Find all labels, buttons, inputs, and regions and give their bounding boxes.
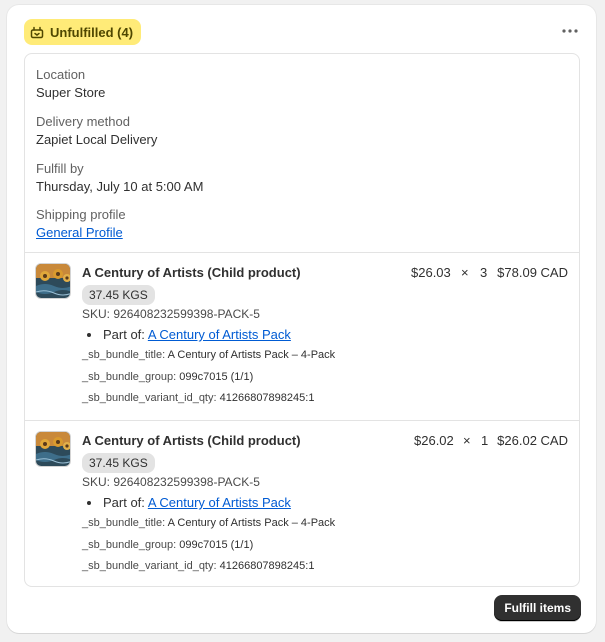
more-actions-button[interactable] [558, 21, 582, 41]
shipping-profile-label: Shipping profile [36, 207, 126, 222]
product-thumbnail[interactable] [35, 431, 71, 467]
property-key: _sb_bundle_group: [82, 539, 177, 551]
shipping-profile-link[interactable]: General Profile [36, 225, 126, 241]
delivery-method-label: Delivery method [36, 114, 130, 129]
unit-price: $26.03 [411, 265, 451, 280]
bundle-variant-property: _sb_bundle_variant_id_qty: 4126680789824… [82, 560, 314, 572]
product-thumbnail[interactable] [35, 263, 71, 299]
bullet-icon [87, 332, 91, 337]
property-key: _sb_bundle_group: [82, 371, 177, 383]
line-total: $78.09 CAD [497, 265, 568, 280]
fulfill-by-section: Fulfill by Thursday, July 10 at 5:00 AM [36, 161, 203, 195]
location-label: Location [36, 67, 86, 82]
status-badge-label: Unfulfilled (4) [50, 24, 134, 40]
fulfill-by-label: Fulfill by [36, 161, 84, 176]
shipping-profile-section: Shipping profile General Profile [36, 207, 126, 241]
sku-text: SKU: 926408232599398-PACK-5 [82, 307, 260, 321]
line-total: $26.02 CAD [497, 433, 568, 448]
part-of-label: Part of: [103, 327, 145, 342]
bundle-title-property: _sb_bundle_title: A Century of Artists P… [82, 517, 335, 529]
property-value: 099c7015 (1/1) [179, 539, 254, 551]
line-item: A Century of Artists (Child product) 37.… [25, 421, 579, 588]
bundle-title-property: _sb_bundle_title: A Century of Artists P… [82, 349, 335, 361]
fulfillment-box-icon [30, 25, 44, 39]
property-value: 099c7015 (1/1) [179, 371, 254, 383]
property-key: _sb_bundle_title: [82, 517, 166, 529]
status-badge: Unfulfilled (4) [24, 19, 142, 45]
bundle-link[interactable]: A Century of Artists Pack [148, 327, 291, 342]
weight-badge: 37.45 KGS [82, 285, 155, 305]
unit-price: $26.02 [414, 433, 454, 448]
bundle-variant-property: _sb_bundle_variant_id_qty: 4126680789824… [82, 392, 314, 404]
property-value: A Century of Artists Pack – 4-Pack [167, 349, 336, 361]
delivery-method-value: Zapiet Local Delivery [36, 132, 158, 147]
times-sign: × [461, 265, 469, 280]
quantity: 3 [480, 265, 488, 280]
location-value: Super Store [36, 85, 106, 100]
bundle-group-property: _sb_bundle_group: 099c7015 (1/1) [82, 539, 253, 551]
location-section: Location Super Store [36, 67, 105, 101]
quantity: 1 [481, 433, 489, 448]
line-item: A Century of Artists (Child product) 37.… [25, 253, 579, 420]
fulfill-by-value: Thursday, July 10 at 5:00 AM [36, 179, 204, 194]
property-value: A Century of Artists Pack – 4-Pack [167, 517, 336, 529]
part-of-row: Part of: A Century of Artists Pack [87, 327, 291, 342]
times-sign: × [463, 433, 471, 448]
property-key: _sb_bundle_variant_id_qty: [82, 392, 217, 404]
part-of-label: Part of: [103, 495, 145, 510]
part-of-row: Part of: A Century of Artists Pack [87, 495, 291, 510]
more-horizontal-icon [562, 29, 578, 33]
sku-text: SKU: 926408232599398-PACK-5 [82, 475, 260, 489]
bullet-icon [87, 500, 91, 505]
property-key: _sb_bundle_title: [82, 349, 166, 361]
fulfill-items-button[interactable]: Fulfill items [494, 595, 581, 621]
delivery-section: Delivery method Zapiet Local Delivery [36, 114, 157, 148]
bundle-group-property: _sb_bundle_group: 099c7015 (1/1) [82, 371, 253, 383]
unfulfilled-card: Unfulfilled (4) Location Super Store Del… [7, 5, 596, 633]
property-value: 41266807898245:1 [219, 392, 315, 404]
fulfillment-details: Location Super Store Delivery method Zap… [24, 53, 580, 587]
product-title[interactable]: A Century of Artists (Child product) [82, 265, 301, 280]
property-key: _sb_bundle_variant_id_qty: [82, 560, 217, 572]
property-value: 41266807898245:1 [219, 560, 315, 572]
bundle-link[interactable]: A Century of Artists Pack [148, 495, 291, 510]
product-title[interactable]: A Century of Artists (Child product) [82, 433, 301, 448]
weight-badge: 37.45 KGS [82, 453, 155, 473]
